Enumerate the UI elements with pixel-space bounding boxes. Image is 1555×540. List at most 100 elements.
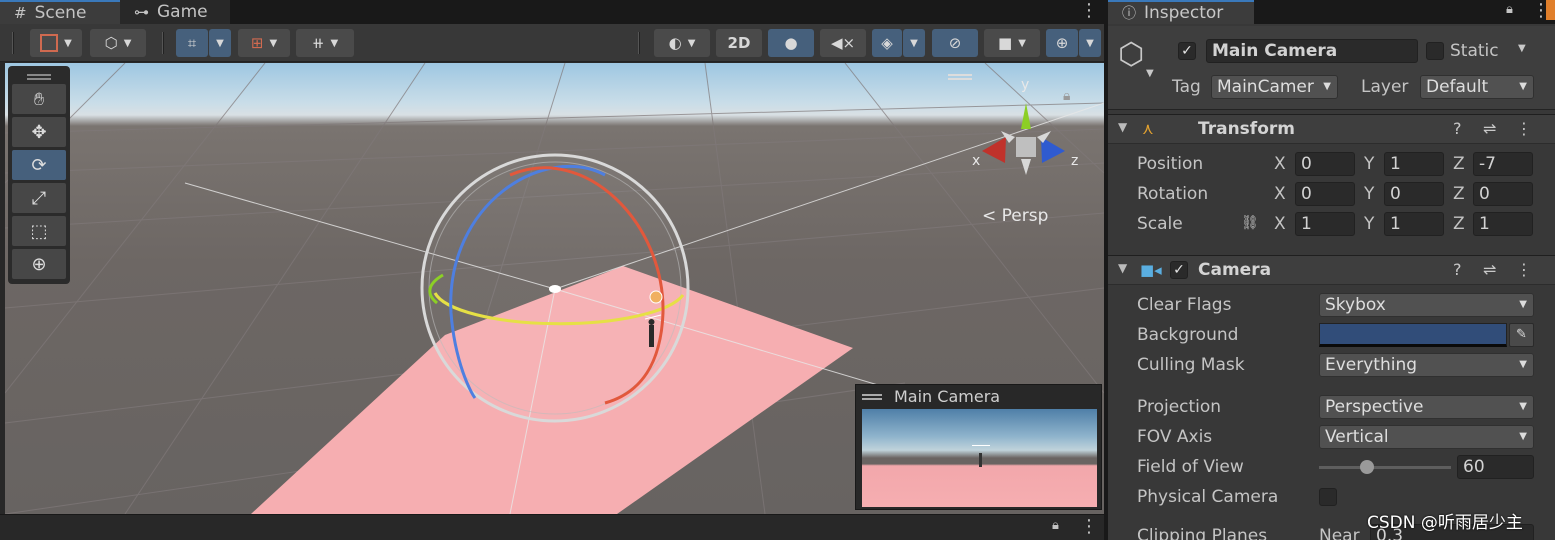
lock-icon[interactable]: 🔒︎	[1506, 2, 1513, 17]
fov-value-field[interactable]: 60	[1457, 455, 1534, 479]
scene-menu-icon[interactable]: ⋮	[1080, 2, 1098, 20]
2d-toggle-button[interactable]: 2D	[716, 29, 762, 57]
increment-snap-button[interactable]: ⊞ ▼	[238, 29, 290, 57]
grid-snap-button[interactable]: ⌗	[176, 29, 208, 57]
help-icon[interactable]: ?	[1453, 260, 1462, 279]
rotation-label: Rotation	[1137, 184, 1209, 204]
video-camera-icon: ■	[998, 34, 1013, 52]
camera-preview[interactable]: Main Camera	[855, 384, 1102, 510]
tab-game[interactable]: ⊶ Game	[120, 0, 230, 24]
static-dropdown[interactable]: ▼	[1518, 43, 1526, 54]
x-axis-cone[interactable]	[982, 137, 1006, 163]
drag-handle-icon[interactable]	[862, 393, 882, 400]
active-checkbox[interactable]: ✓	[1178, 42, 1196, 60]
tab-inspector[interactable]: ⓘ Inspector	[1108, 0, 1254, 24]
transform-tool[interactable]: ⊕	[12, 249, 66, 279]
help-icon[interactable]: ?	[1453, 119, 1462, 138]
axis-z-label: Z	[1453, 184, 1465, 204]
chevron-down-icon: ▼	[910, 37, 918, 49]
camera-gizmo-icon[interactable]	[549, 285, 561, 293]
position-z-field[interactable]: -7	[1473, 152, 1533, 176]
effects-dropdown[interactable]: ▼	[903, 29, 925, 57]
panel-menu-icon[interactable]: ⋮	[1080, 518, 1098, 536]
gizmos-dropdown[interactable]: ▼	[1079, 29, 1101, 57]
overlay-menu-icon[interactable]	[948, 74, 972, 80]
gameobject-cube-icon[interactable]: ⬡	[1118, 40, 1144, 70]
fov-slider-track[interactable]	[1319, 460, 1451, 474]
transform-header[interactable]: ▼ ⋏ Transform ? ⇌ ⋮	[1108, 114, 1555, 144]
gizmo-center-cube[interactable]	[1016, 137, 1036, 157]
projection-dropdown[interactable]: Perspective	[1319, 395, 1534, 419]
camera-settings-button[interactable]: ■ ▼	[984, 29, 1040, 57]
axis-y-label: Y	[1364, 154, 1375, 174]
move-tool[interactable]: ✥	[12, 117, 66, 147]
background-row: Background ✎	[1108, 321, 1555, 351]
position-x-field[interactable]: 0	[1295, 152, 1355, 176]
hand-tool[interactable]: ✋︎	[12, 84, 66, 114]
position-y-field[interactable]: 1	[1384, 152, 1444, 176]
2d-label: 2D	[727, 34, 751, 52]
projection-label[interactable]: < Persp	[982, 206, 1048, 226]
axis-x-label: X	[1274, 154, 1286, 174]
tag-label: Tag	[1172, 77, 1201, 97]
shaded-mode-button[interactable]: ⬡ ▼	[90, 29, 146, 57]
neg-x-cone[interactable]	[1037, 131, 1051, 143]
culling-mask-dropdown[interactable]: Everything	[1319, 353, 1534, 377]
scrollbar-indicator[interactable]	[1546, 0, 1555, 20]
inspector-tabbar: ⓘ Inspector 🔒︎ ⋮	[1108, 0, 1555, 24]
scale-y-field[interactable]: 1	[1384, 212, 1444, 236]
unlinked-chain-icon[interactable]: ⛓	[1241, 215, 1259, 231]
draw-mode-button[interactable]: ▼	[30, 29, 82, 57]
z-axis-cone[interactable]	[1041, 137, 1065, 163]
physical-camera-checkbox[interactable]	[1319, 488, 1337, 506]
scale-z-field[interactable]: 1	[1473, 212, 1533, 236]
component-menu-icon[interactable]: ⋮	[1516, 119, 1532, 138]
object-name-field[interactable]: Main Camera	[1206, 39, 1418, 63]
background-color-swatch[interactable]	[1319, 323, 1507, 347]
camera-component-icon: ■◂	[1140, 261, 1162, 279]
shading-button[interactable]: ◐ ▼	[654, 29, 710, 57]
projection-row: Projection Perspective	[1108, 393, 1555, 423]
camera-header[interactable]: ▼ ■◂ ✓ Camera ? ⇌ ⋮	[1108, 255, 1555, 285]
y-axis-cone[interactable]	[1021, 103, 1031, 129]
physical-camera-label: Physical Camera	[1137, 487, 1279, 507]
axis-y-label: Y	[1364, 214, 1375, 234]
static-checkbox[interactable]	[1426, 42, 1444, 60]
effects-toggle-button[interactable]: ◈	[872, 29, 902, 57]
scale-tool[interactable]: ⤢	[12, 183, 66, 213]
foldout-arrow-icon[interactable]: ▼	[1118, 261, 1127, 275]
fov-axis-dropdown[interactable]: Vertical	[1319, 425, 1534, 449]
tag-dropdown[interactable]: MainCamer	[1211, 75, 1338, 99]
eyedropper-icon[interactable]: ✎	[1509, 323, 1534, 347]
gizmos-toggle-button[interactable]: ⊕	[1046, 29, 1078, 57]
hidden-objects-toggle-button[interactable]: ⊘	[932, 29, 978, 57]
background-label: Background	[1137, 325, 1239, 345]
ruler-button[interactable]: ⧺ ▼	[296, 29, 354, 57]
palette-grip[interactable]	[27, 74, 51, 80]
layer-dropdown[interactable]: Default	[1420, 75, 1534, 99]
presets-icon[interactable]: ⇌	[1483, 260, 1496, 279]
rotation-z-field[interactable]: 0	[1473, 182, 1533, 206]
lock-icon[interactable]: 🔒︎	[1063, 88, 1070, 104]
sun-icon[interactable]	[649, 290, 663, 304]
rotation-x-field[interactable]: 0	[1295, 182, 1355, 206]
rotation-y-field[interactable]: 0	[1384, 182, 1444, 206]
lighting-toggle-button[interactable]: ●	[768, 29, 814, 57]
audio-toggle-button[interactable]: ◀×	[820, 29, 866, 57]
scale-x-field[interactable]: 1	[1295, 212, 1355, 236]
chevron-down-icon[interactable]: ▼	[1146, 68, 1154, 79]
field-of-view-label: Field of View	[1137, 457, 1244, 477]
camera-enabled-checkbox[interactable]: ✓	[1170, 261, 1188, 279]
rect-tool[interactable]: ⬚	[12, 216, 66, 246]
grid-snap-dropdown[interactable]: ▼	[209, 29, 231, 57]
clear-flags-dropdown[interactable]: Skybox	[1319, 293, 1534, 317]
rotate-tool[interactable]: ⟳	[12, 150, 66, 180]
lock-icon[interactable]: 🔒︎	[1052, 518, 1059, 533]
orientation-gizmo[interactable]	[982, 103, 1065, 175]
fov-slider-thumb[interactable]	[1359, 460, 1374, 474]
foldout-arrow-icon[interactable]: ▼	[1118, 120, 1127, 134]
presets-icon[interactable]: ⇌	[1483, 119, 1496, 138]
component-menu-icon[interactable]: ⋮	[1516, 260, 1532, 279]
tab-scene[interactable]: # Scene	[0, 0, 120, 24]
player-figure[interactable]	[649, 325, 654, 347]
